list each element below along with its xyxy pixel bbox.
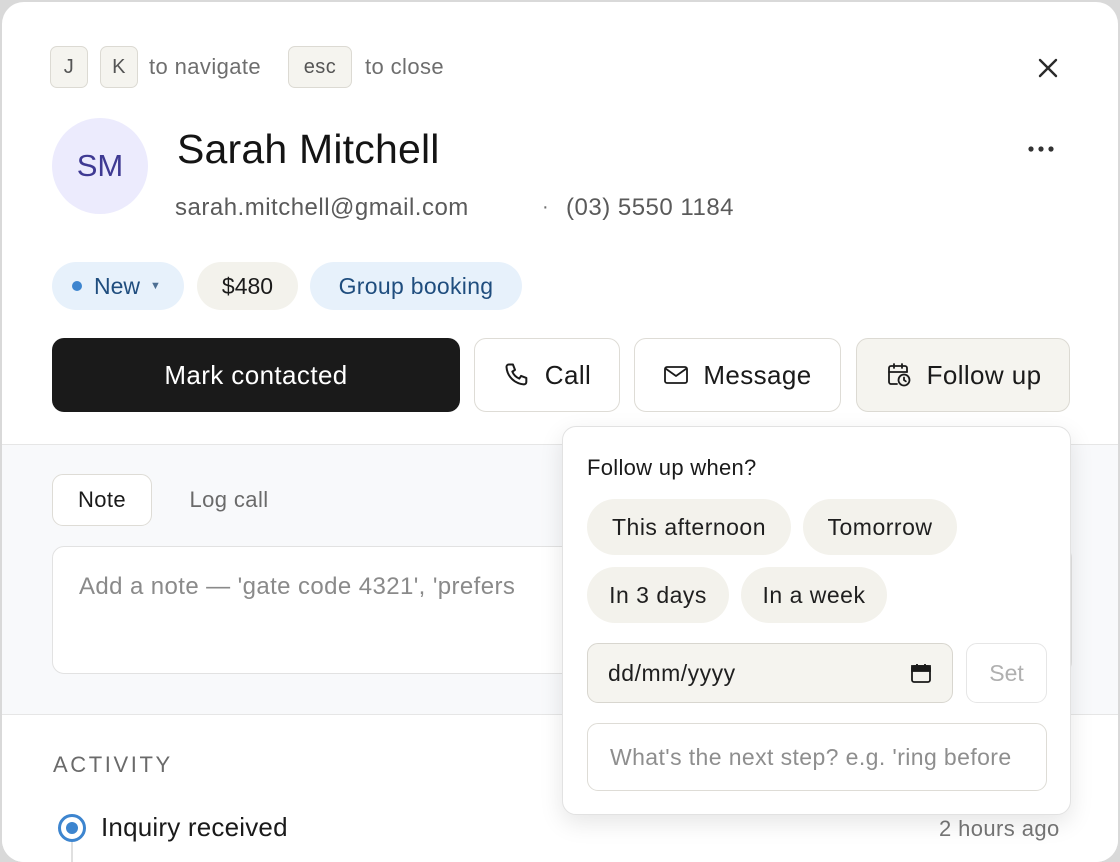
call-button[interactable]: Call [474,338,620,412]
shortcut-key-j: J [50,46,88,88]
contact-email[interactable]: sarah.mitchell@gmail.com [175,194,469,222]
follow-up-popover: Follow up when? This afternoon Tomorrow … [562,426,1071,815]
option-this-afternoon[interactable]: This afternoon [587,499,791,555]
more-horizontal-icon [1028,146,1054,152]
activity-heading: ACTIVITY [53,752,173,777]
contact-separator: · [542,196,549,218]
amount-badge: $480 [197,262,298,310]
category-badge: Group booking [310,262,522,310]
calendar-clock-icon [887,363,910,387]
date-placeholder: dd/mm/yyyy [608,659,736,686]
follow-up-label: Follow up [926,359,1042,390]
tab-note[interactable]: Note [52,474,152,526]
radio-dot-icon [58,814,86,842]
message-button[interactable]: Message [634,338,841,412]
message-label: Message [703,359,812,390]
activity-item-time: 2 hours ago [939,816,1060,841]
set-date-button[interactable]: Set [966,643,1047,703]
close-hint: to close [365,54,445,79]
timeline-line [71,842,73,862]
activity-item-title: Inquiry received [101,812,288,842]
option-in-3-days[interactable]: In 3 days [587,567,729,623]
more-options-button[interactable] [1018,130,1064,168]
navigate-hint: to navigate [149,54,262,79]
popover-title: Follow up when? [587,455,757,480]
avatar: SM [52,118,148,214]
next-step-input[interactable] [588,724,1046,790]
close-icon [1038,58,1058,78]
calendar-icon[interactable] [910,662,932,684]
shortcut-key-esc: esc [288,46,352,88]
contact-phone[interactable]: (03) 5550 1184 [566,194,734,222]
shortcut-key-k: K [100,46,138,88]
follow-up-button[interactable]: Follow up [856,338,1070,412]
follow-up-date-input[interactable]: dd/mm/yyyy [587,643,953,703]
phone-icon [505,363,528,386]
status-dot [72,281,82,291]
status-dropdown[interactable]: New ▼ [52,262,184,310]
lead-detail-modal: J K to navigate esc to close SM Sarah Mi… [2,2,1118,862]
caret-down-icon: ▼ [150,280,161,292]
mail-icon [664,366,689,384]
next-step-field [587,723,1047,791]
option-tomorrow[interactable]: Tomorrow [803,499,957,555]
option-in-a-week[interactable]: In a week [741,567,887,623]
mark-contacted-button[interactable]: Mark contacted [52,338,460,412]
call-label: Call [544,359,592,390]
tab-log-call[interactable]: Log call [170,474,288,526]
status-label: New [94,272,141,299]
close-button[interactable] [1028,48,1068,88]
contact-name: Sarah Mitchell [177,126,440,172]
